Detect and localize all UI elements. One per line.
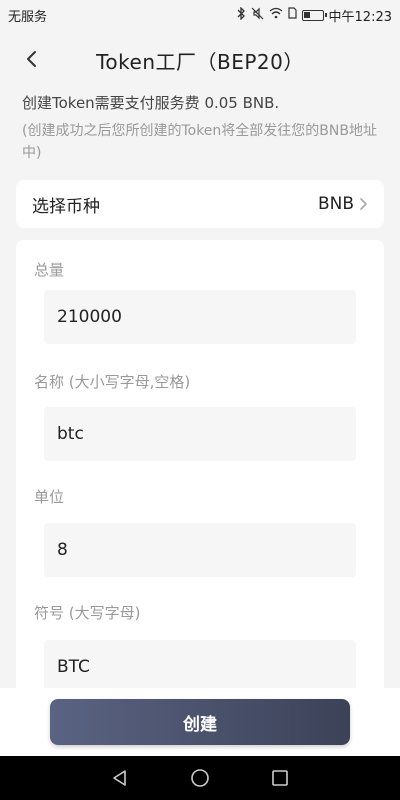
chevron-right-icon: [360, 198, 367, 210]
bluetooth-icon: [236, 5, 246, 24]
footer: 创建: [0, 688, 400, 756]
back-nav-button[interactable]: [108, 766, 132, 790]
carrier-text: 无服务: [8, 9, 48, 25]
header: Token工厂（BEP20）: [0, 30, 400, 88]
time-text: 中午12:23: [328, 9, 392, 25]
service-fee-subnotice: (创建成功之后您所创建的Token将全部发往您的BNB地址中): [22, 123, 377, 161]
coin-select-label: 选择币种: [32, 196, 100, 217]
symbol-input[interactable]: BTC: [44, 640, 356, 694]
service-fee-notice: 创建Token需要支付服务费 0.05 BNB.: [22, 94, 280, 112]
token-form: 总量 210000 名称 (大小写字母,空格) btc 单位 8 符号 (大写字…: [16, 240, 384, 700]
create-button[interactable]: 创建: [50, 699, 350, 745]
triangle-back-icon: [113, 770, 126, 786]
decimals-label: 单位: [34, 488, 65, 506]
coin-select-value-group: BNB: [318, 194, 368, 214]
symbol-label: 符号 (大写字母): [34, 604, 141, 622]
name-label: 名称 (大小写字母,空格): [34, 373, 191, 391]
wifi-icon: [269, 7, 283, 23]
total-label: 总量: [34, 261, 65, 279]
status-icons: 中午12:23: [236, 5, 392, 25]
decimals-input[interactable]: 8: [44, 523, 356, 577]
sim-icon: [287, 7, 297, 23]
battery-icon: [301, 9, 327, 21]
home-nav-button[interactable]: [188, 766, 212, 790]
status-bar: 无服务 中午12:23: [0, 0, 400, 30]
page-title: Token工厂（BEP20）: [96, 50, 304, 74]
system-nav-bar: [0, 756, 400, 800]
circle-home-icon: [191, 769, 209, 787]
name-input[interactable]: btc: [44, 407, 356, 461]
square-recents-icon: [272, 770, 288, 786]
coin-select-row[interactable]: 选择币种 BNB: [16, 180, 384, 228]
coin-select-value: BNB: [317, 194, 354, 214]
mute-icon: [251, 7, 264, 24]
recents-nav-button[interactable]: [268, 766, 292, 790]
total-input[interactable]: 210000: [44, 290, 356, 344]
